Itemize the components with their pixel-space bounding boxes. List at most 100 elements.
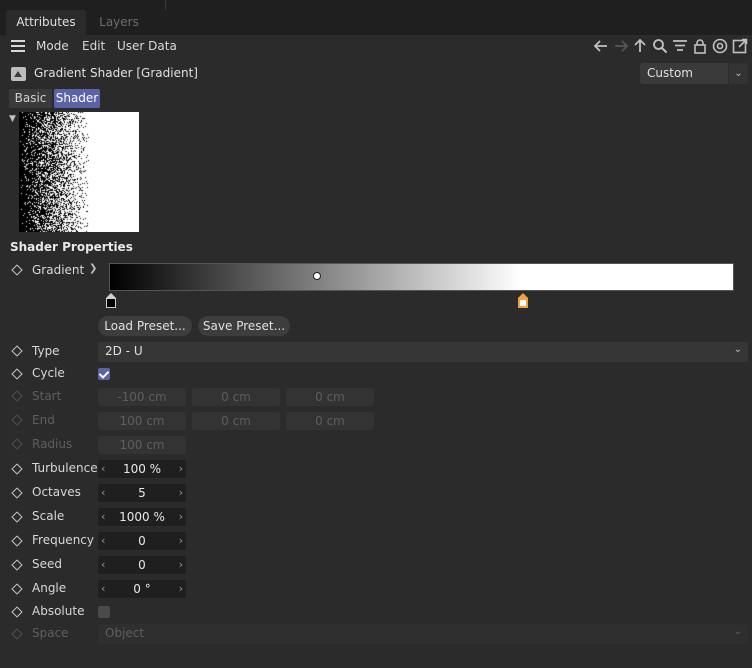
chevron-left-icon[interactable]: ‹ [101, 508, 105, 526]
turbulence-stepper[interactable]: ‹ 100 % › [98, 460, 186, 478]
subtab-shader[interactable]: Shader [54, 89, 100, 108]
scale-value[interactable]: 1000 % [112, 508, 172, 526]
scale-label: Scale [32, 509, 65, 523]
arrow-right-icon[interactable] [612, 38, 630, 56]
keyframe-icon[interactable] [12, 346, 22, 356]
chevron-down-icon: ⌄ [733, 626, 742, 637]
chevron-right-icon[interactable]: › [179, 580, 183, 598]
chevron-left-icon[interactable]: ‹ [101, 460, 105, 478]
chevron-right-icon[interactable]: › [179, 460, 183, 478]
chevron-down-icon[interactable]: ⌄ [728, 63, 748, 84]
chevron-down-icon: ⌄ [733, 344, 742, 355]
frequency-stepper[interactable]: ‹ 0 › [98, 532, 186, 550]
tab-attributes[interactable]: Attributes [6, 10, 86, 35]
gradient-knot-white[interactable] [518, 293, 528, 309]
end-z-field: 0 cm [286, 412, 374, 430]
type-value: 2D - U [105, 344, 143, 358]
menu-mode[interactable]: Mode [36, 39, 69, 53]
new-window-icon[interactable] [731, 38, 749, 56]
panel-separator [165, 0, 166, 10]
space-dropdown: Object ⌄ [98, 624, 748, 644]
seed-stepper[interactable]: ‹ 0 › [98, 556, 186, 574]
keyframe-icon [12, 415, 22, 425]
chevron-left-icon[interactable]: ‹ [101, 484, 105, 502]
load-preset-button[interactable]: Load Preset... [98, 316, 192, 336]
chevron-right-icon[interactable]: › [179, 484, 183, 502]
menu-edit[interactable]: Edit [82, 39, 105, 53]
keyframe-icon[interactable] [12, 512, 22, 522]
start-label: Start [32, 389, 62, 403]
panel-tabbar: Attributes Layers [0, 10, 752, 35]
chevron-right-icon[interactable]: › [179, 508, 183, 526]
frequency-value[interactable]: 0 [112, 532, 172, 550]
radius-field: 100 cm [98, 436, 186, 454]
keyframe-icon[interactable] [12, 464, 22, 474]
end-label: End [32, 413, 55, 427]
type-dropdown[interactable]: 2D - U ⌄ [98, 342, 748, 362]
octaves-label: Octaves [32, 485, 81, 499]
collapse-chevron-icon[interactable]: ▼ [9, 114, 16, 124]
absolute-label: Absolute [32, 604, 85, 618]
angle-label: Angle [32, 581, 67, 595]
turbulence-value[interactable]: 100 % [112, 460, 172, 478]
absolute-checkbox[interactable] [98, 606, 110, 618]
keyframe-icon[interactable] [12, 369, 22, 379]
subtab-basic[interactable]: Basic [9, 89, 52, 108]
lock-icon[interactable] [691, 38, 709, 56]
space-label: Space [32, 626, 69, 640]
chevron-left-icon[interactable]: ‹ [101, 532, 105, 550]
end-x-field: 100 cm [98, 412, 186, 430]
image-icon [11, 67, 26, 81]
scale-stepper[interactable]: ‹ 1000 % › [98, 508, 186, 526]
chevron-right-icon[interactable]: › [179, 532, 183, 550]
keyframe-icon[interactable] [12, 584, 22, 594]
chevron-left-icon[interactable]: ‹ [101, 556, 105, 574]
keyframe-icon[interactable] [12, 560, 22, 570]
tab-layers[interactable]: Layers [88, 10, 150, 35]
chevron-right-icon[interactable]: › [179, 556, 183, 574]
angle-stepper[interactable]: ‹ 0 ° › [98, 580, 186, 598]
menu-bar: Mode Edit User Data [0, 35, 752, 59]
preview-canvas [19, 112, 139, 232]
chevron-right-icon[interactable]: ❯ [89, 263, 97, 274]
save-preset-button[interactable]: Save Preset... [198, 316, 290, 336]
arrow-left-icon[interactable] [592, 38, 610, 56]
gradient-bar[interactable] [109, 263, 734, 291]
seed-value[interactable]: 0 [112, 556, 172, 574]
chevron-left-icon[interactable]: ‹ [101, 580, 105, 598]
keyframe-icon[interactable] [12, 536, 22, 546]
object-header: Gradient Shader [Gradient] Custom ⌄ [0, 62, 752, 86]
turbulence-label: Turbulence [32, 461, 98, 475]
menu-user-data[interactable]: User Data [117, 39, 177, 53]
cycle-label: Cycle [32, 366, 65, 380]
seed-label: Seed [32, 557, 62, 571]
keyframe-icon [12, 439, 22, 449]
hamburger-menu-icon[interactable] [11, 40, 25, 52]
type-label: Type [32, 344, 60, 358]
filter-icon[interactable] [671, 38, 689, 56]
angle-value[interactable]: 0 ° [112, 580, 172, 598]
preset-value: Custom [647, 66, 693, 80]
shader-preview [19, 112, 139, 232]
start-y-field: 0 cm [192, 388, 280, 406]
gradient-knot-black[interactable] [106, 293, 116, 309]
keyframe-icon[interactable] [12, 607, 22, 617]
gradient-label: Gradient [32, 263, 85, 277]
start-z-field: 0 cm [286, 388, 374, 406]
frequency-label: Frequency [32, 533, 94, 547]
gradient-interpolation-handle[interactable] [313, 272, 321, 280]
octaves-stepper[interactable]: ‹ 5 › [98, 484, 186, 502]
object-title: Gradient Shader [Gradient] [34, 66, 198, 80]
keyframe-icon [12, 391, 22, 401]
end-y-field: 0 cm [192, 412, 280, 430]
target-icon[interactable] [711, 38, 729, 56]
cycle-checkbox[interactable] [98, 368, 110, 380]
keyframe-icon[interactable] [12, 488, 22, 498]
preset-dropdown[interactable]: Custom ⌄ [640, 63, 748, 84]
arrow-up-icon[interactable] [631, 38, 649, 56]
top-strip [0, 0, 752, 10]
start-x-field: -100 cm [98, 388, 186, 406]
octaves-value[interactable]: 5 [112, 484, 172, 502]
keyframe-icon[interactable] [12, 265, 22, 275]
search-icon[interactable] [651, 38, 669, 56]
